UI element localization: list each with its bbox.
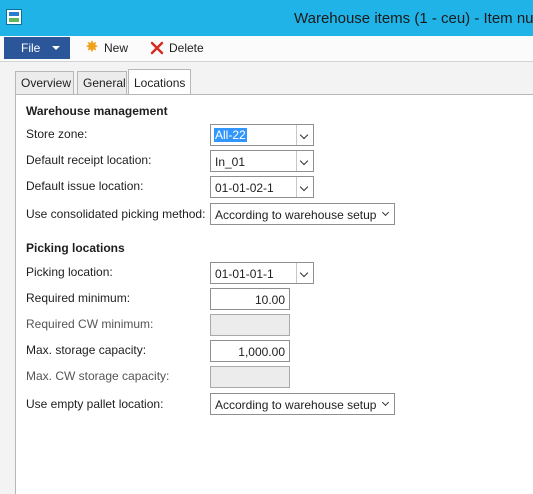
empty-pallet-location-label: Use empty pallet location: <box>26 397 164 411</box>
chevron-down-icon <box>381 208 390 217</box>
new-icon: ✸ <box>85 39 99 56</box>
max-cw-storage-capacity-label: Max. CW storage capacity: <box>26 369 170 383</box>
max-storage-capacity-field[interactable]: 1,000.00 <box>210 340 290 362</box>
consolidated-picking-label: Use consolidated picking method: <box>26 207 206 221</box>
ribbon: File ✸ New Delete <box>0 36 533 62</box>
required-cw-minimum-field <box>210 314 290 336</box>
store-zone-field[interactable]: All-22 <box>210 124 314 146</box>
chevron-down-icon[interactable] <box>296 151 313 171</box>
store-zone-value: All-22 <box>214 128 247 142</box>
delete-button-label: Delete <box>169 41 204 55</box>
section-title-warehouse-management: Warehouse management <box>26 104 168 118</box>
consolidated-picking-value: According to warehouse setup <box>215 208 377 222</box>
max-storage-capacity-value: 1,000.00 <box>238 345 285 359</box>
empty-pallet-location-select[interactable]: According to warehouse setup <box>210 393 395 415</box>
default-receipt-location-field[interactable]: In_01 <box>210 150 314 172</box>
default-receipt-location-value: In_01 <box>215 155 246 169</box>
file-button-label: File <box>21 41 41 55</box>
chevron-down-icon <box>52 46 60 50</box>
default-receipt-location-label: Default receipt location: <box>26 153 152 167</box>
section-title-picking-locations: Picking locations <box>26 241 125 255</box>
consolidated-picking-select[interactable]: According to warehouse setup <box>210 203 395 225</box>
chevron-down-icon[interactable] <box>296 177 313 197</box>
new-button-label: New <box>104 41 129 55</box>
tab-general[interactable]: General <box>77 71 127 94</box>
locations-panel: Warehouse management Store zone: All-22 … <box>15 94 533 494</box>
delete-button[interactable]: Delete <box>149 39 204 57</box>
store-zone-label: Store zone: <box>26 127 88 141</box>
delete-icon <box>149 40 165 56</box>
default-issue-location-value: 01-01-02-1 <box>215 181 274 195</box>
tab-overview[interactable]: Overview <box>15 71 74 94</box>
default-issue-location-field[interactable]: 01-01-02-1 <box>210 176 314 198</box>
max-storage-capacity-label: Max. storage capacity: <box>26 343 147 357</box>
window-title: Warehouse items (1 - ceu) - Item nur <box>294 10 533 27</box>
chevron-down-icon[interactable] <box>296 125 313 145</box>
required-minimum-value: 10.00 <box>254 293 285 307</box>
required-cw-minimum-label: Required CW minimum: <box>26 317 154 331</box>
new-button[interactable]: ✸ New <box>84 39 128 57</box>
empty-pallet-location-value: According to warehouse setup <box>215 398 377 412</box>
title-bar: Warehouse items (1 - ceu) - Item nur <box>0 0 533 36</box>
picking-location-value: 01-01-01-1 <box>215 267 274 281</box>
app-icon[interactable] <box>6 9 22 25</box>
tab-locations[interactable]: Locations <box>128 69 191 94</box>
picking-location-label: Picking location: <box>26 265 113 279</box>
required-minimum-field[interactable]: 10.00 <box>210 288 290 310</box>
chevron-down-icon[interactable] <box>296 263 313 283</box>
chevron-down-icon <box>381 398 390 407</box>
file-button[interactable]: File <box>4 37 70 59</box>
default-issue-location-label: Default issue location: <box>26 179 144 193</box>
picking-location-field[interactable]: 01-01-01-1 <box>210 262 314 284</box>
required-minimum-label: Required minimum: <box>26 291 131 305</box>
max-cw-storage-capacity-field <box>210 366 290 388</box>
